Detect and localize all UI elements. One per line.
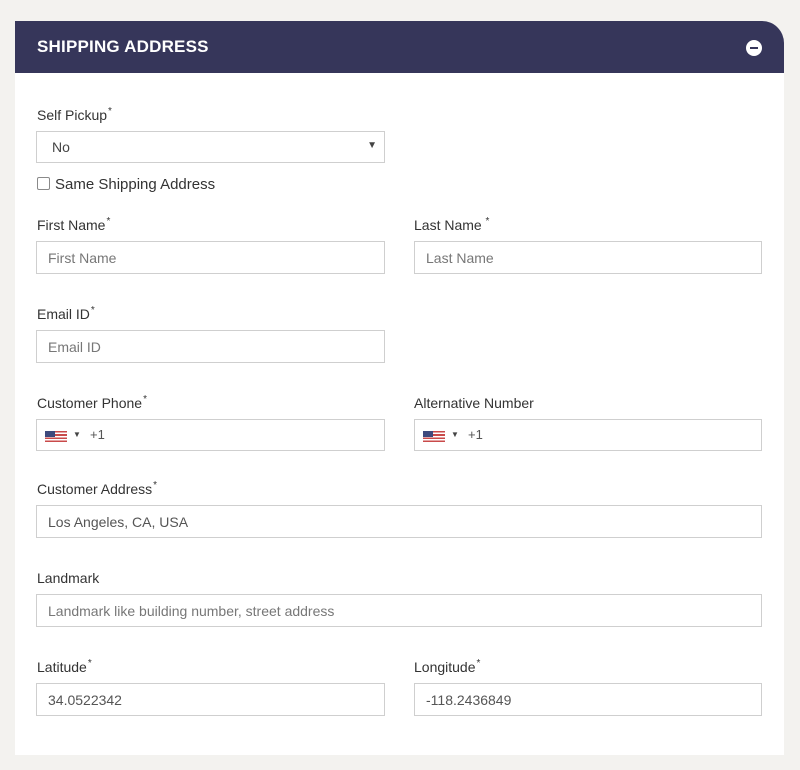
customer-address-input[interactable] xyxy=(36,505,762,538)
first-name-label: First Name* xyxy=(37,216,111,233)
self-pickup-label-text: Self Pickup xyxy=(37,107,108,123)
country-dropdown-caret-icon[interactable]: ▼ xyxy=(73,430,81,439)
latitude-input[interactable] xyxy=(36,683,385,716)
required-mark: * xyxy=(476,658,481,669)
flag-canton xyxy=(45,431,55,437)
landmark-input[interactable] xyxy=(36,594,762,627)
dial-code: +1 xyxy=(468,427,483,442)
last-name-label-text: Last Name xyxy=(414,217,482,233)
customer-phone-input[interactable]: ▼ +1 xyxy=(36,419,385,451)
dropdown-caret-icon: ▼ xyxy=(367,140,377,151)
customer-address-label: Customer Address* xyxy=(37,480,158,497)
self-pickup-label: Self Pickup* xyxy=(37,106,112,123)
longitude-input[interactable] xyxy=(414,683,762,716)
required-mark: * xyxy=(482,216,490,227)
alternative-number-input[interactable]: ▼ +1 xyxy=(414,419,762,451)
panel-title: SHIPPING ADDRESS xyxy=(37,37,209,56)
last-name-label: Last Name * xyxy=(414,216,490,233)
required-mark: * xyxy=(87,658,92,669)
customer-phone-label: Customer Phone* xyxy=(37,394,147,411)
first-name-input[interactable] xyxy=(36,241,385,274)
email-label: Email ID* xyxy=(37,305,95,322)
us-flag-icon[interactable] xyxy=(423,431,445,442)
customer-address-label-text: Customer Address xyxy=(37,481,153,497)
flag-canton xyxy=(423,431,433,437)
latitude-label-text: Latitude xyxy=(37,659,87,675)
email-label-text: Email ID xyxy=(37,306,90,322)
required-mark: * xyxy=(153,480,158,491)
country-dropdown-caret-icon[interactable]: ▼ xyxy=(451,430,459,439)
first-name-label-text: First Name xyxy=(37,217,106,233)
minus-bar xyxy=(750,47,758,49)
customer-phone-label-text: Customer Phone xyxy=(37,395,143,411)
same-shipping-checkbox[interactable] xyxy=(37,177,50,190)
same-shipping-label[interactable]: Same Shipping Address xyxy=(55,176,215,193)
longitude-label-text: Longitude xyxy=(414,659,476,675)
latitude-label: Latitude* xyxy=(37,658,92,675)
required-mark: * xyxy=(108,106,112,117)
last-name-input[interactable] xyxy=(414,241,762,274)
us-flag-icon[interactable] xyxy=(45,431,67,442)
panel-header: SHIPPING ADDRESS xyxy=(15,21,784,73)
self-pickup-value: No xyxy=(52,139,70,155)
email-input[interactable] xyxy=(36,330,385,363)
required-mark: * xyxy=(143,394,147,405)
self-pickup-select[interactable]: No ▼ xyxy=(36,131,385,163)
landmark-label: Landmark xyxy=(37,570,100,586)
required-mark: * xyxy=(90,305,95,316)
required-mark: * xyxy=(106,216,111,227)
minus-circle-icon[interactable] xyxy=(746,40,762,56)
longitude-label: Longitude* xyxy=(414,658,481,675)
alternative-number-label: Alternative Number xyxy=(414,395,534,411)
dial-code: +1 xyxy=(90,427,105,442)
